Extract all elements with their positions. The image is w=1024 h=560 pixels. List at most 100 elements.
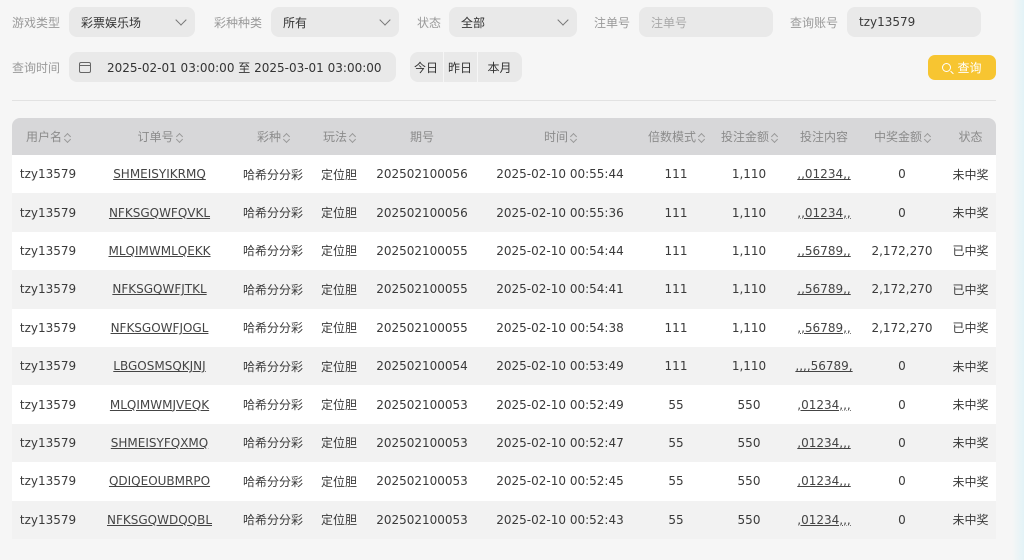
cell-issue: 202502100056 xyxy=(367,155,477,194)
order-input[interactable]: 注单号 xyxy=(639,7,773,37)
cell-username: tzy13579 xyxy=(12,308,84,347)
order-link[interactable]: SHMEISYFQXMQ xyxy=(111,436,208,450)
col-bet-amount[interactable]: 投注金额 xyxy=(709,118,789,155)
bet-content-link[interactable]: ,01234,,, xyxy=(797,398,850,412)
status-value: 全部 xyxy=(461,15,486,30)
order-link[interactable]: SHMEISYIKRMQ xyxy=(113,167,206,181)
col-lottery[interactable]: 彩种 xyxy=(235,118,311,155)
col-time[interactable]: 时间 xyxy=(477,118,643,155)
sort-icon[interactable] xyxy=(924,133,930,143)
cell-lottery: 哈希分分彩 xyxy=(235,500,311,539)
bet-content-link[interactable]: ,,,,56789, xyxy=(795,359,852,373)
bet-content-link[interactable]: ,,56789,, xyxy=(797,244,850,258)
cell-issue: 202502100053 xyxy=(367,462,477,501)
cell-username: tzy13579 xyxy=(12,462,84,501)
bet-content-link[interactable]: ,,01234,, xyxy=(797,206,850,220)
sort-icon[interactable] xyxy=(698,133,704,143)
cell-order-no[interactable]: MLQIMWMJVEQK xyxy=(84,385,235,424)
cell-bet-content[interactable]: ,,56789,, xyxy=(789,231,859,271)
col-win-amount[interactable]: 中奖金额 xyxy=(859,118,945,155)
status-select[interactable]: 全部 xyxy=(449,7,577,37)
cell-username: tzy13579 xyxy=(12,231,84,271)
cell-bet-content[interactable]: ,,56789,, xyxy=(789,308,859,347)
cell-bet-amount: 550 xyxy=(709,462,789,501)
lottery-type-label: 彩种种类 xyxy=(214,15,263,30)
game-type-select[interactable]: 彩票娱乐场 xyxy=(69,7,195,37)
bet-content-link[interactable]: ,01234,,, xyxy=(797,474,850,488)
sort-icon[interactable] xyxy=(349,133,355,143)
chevron-down-icon xyxy=(379,14,391,26)
bet-content-link[interactable]: ,,01234,, xyxy=(797,167,850,181)
col-play[interactable]: 玩法 xyxy=(311,118,367,155)
quick-range-group: 今日 昨日 本月 xyxy=(409,52,522,82)
sort-icon[interactable] xyxy=(771,133,777,143)
cell-bet-amount: 1,110 xyxy=(709,231,789,271)
cell-bet-content[interactable]: ,01234,,, xyxy=(789,500,859,539)
table-row: tzy13579 NFKSGQWFJTKL 哈希分分彩 定位胆 202502100055… xyxy=(12,270,996,309)
search-button[interactable]: 查询 xyxy=(928,55,996,80)
cell-order-no[interactable]: MLQIMWMLQEKK xyxy=(84,231,235,271)
cell-multiple: 111 xyxy=(643,308,709,347)
col-multiple[interactable]: 倍数模式 xyxy=(643,118,709,155)
cell-bet-content[interactable]: ,01234,,, xyxy=(789,385,859,424)
cell-issue: 202502100054 xyxy=(367,346,477,386)
col-username[interactable]: 用户名 xyxy=(12,118,84,155)
cell-play: 定位胆 xyxy=(311,346,367,386)
cell-issue: 202502100055 xyxy=(367,231,477,271)
cell-order-no[interactable]: SHMEISYFQXMQ xyxy=(84,423,235,463)
table-row: tzy13579 QDIQEOUBMRPO 哈希分分彩 定位胆 202502100053… xyxy=(12,462,996,501)
sort-icon[interactable] xyxy=(64,133,70,143)
order-link[interactable]: NFKSGOWFJOGL xyxy=(111,321,209,335)
sort-icon[interactable] xyxy=(283,133,289,143)
lottery-type-select[interactable]: 所有 xyxy=(271,7,399,37)
order-label: 注单号 xyxy=(594,15,631,30)
cell-time: 2025-02-10 00:52:43 xyxy=(477,500,643,539)
quick-yesterday-button[interactable]: 昨日 xyxy=(444,52,478,82)
cell-bet-content[interactable]: ,,56789,, xyxy=(789,270,859,309)
cell-play: 定位胆 xyxy=(311,308,367,347)
cell-bet-amount: 1,110 xyxy=(709,346,789,386)
bet-content-link[interactable]: ,01234,,, xyxy=(797,513,850,527)
cell-bet-amount: 1,110 xyxy=(709,193,789,232)
cell-order-no[interactable]: SHMEISYIKRMQ xyxy=(84,155,235,194)
order-link[interactable]: NFKSGQWFJTKL xyxy=(112,282,206,296)
sort-icon[interactable] xyxy=(570,133,576,143)
order-link[interactable]: NFKSGQWFQVKL xyxy=(109,206,210,220)
order-link[interactable]: MLQIMWMLQEKK xyxy=(108,244,210,258)
cell-order-no[interactable]: NFKSGOWFJOGL xyxy=(84,308,235,347)
cell-order-no[interactable]: NFKSGQWDQQBL xyxy=(84,500,235,539)
order-link[interactable]: NFKSGQWDQQBL xyxy=(107,513,212,527)
table-header-row: 用户名 订单号 彩种 玩法 期号 时间 倍数模式 投注金额 投注内容 中奖金额 … xyxy=(12,118,996,155)
cell-play: 定位胆 xyxy=(311,231,367,271)
search-button-label: 查询 xyxy=(957,61,982,75)
cell-order-no[interactable]: NFKSGQWFQVKL xyxy=(84,193,235,232)
cell-order-no[interactable]: LBGOSMSQKJNJ xyxy=(84,346,235,386)
chevron-down-icon xyxy=(557,14,569,26)
cell-win-amount: 2,172,270 xyxy=(859,308,945,347)
bet-content-link[interactable]: ,01234,,, xyxy=(797,436,850,450)
cell-bet-amount: 1,110 xyxy=(709,270,789,309)
order-link[interactable]: QDIQEOUBMRPO xyxy=(109,474,210,488)
date-range-picker[interactable]: 2025-02-01 03:00:00 至 2025-03-01 03:00:0… xyxy=(69,52,396,82)
cell-order-no[interactable]: QDIQEOUBMRPO xyxy=(84,462,235,501)
col-order-no[interactable]: 订单号 xyxy=(84,118,235,155)
cell-issue: 202502100055 xyxy=(367,270,477,309)
order-link[interactable]: LBGOSMSQKJNJ xyxy=(113,359,205,373)
cell-time: 2025-02-10 00:54:41 xyxy=(477,270,643,309)
quick-this-month-button[interactable]: 本月 xyxy=(478,52,522,82)
order-placeholder: 注单号 xyxy=(651,15,688,30)
status-label: 状态 xyxy=(417,15,442,30)
cell-bet-content[interactable]: ,,,,56789, xyxy=(789,346,859,386)
cell-bet-content[interactable]: ,,01234,, xyxy=(789,155,859,194)
sort-icon[interactable] xyxy=(176,133,182,143)
cell-bet-content[interactable]: ,,01234,, xyxy=(789,193,859,232)
quick-today-button[interactable]: 今日 xyxy=(410,52,444,82)
order-link[interactable]: MLQIMWMJVEQK xyxy=(110,398,209,412)
cell-bet-content[interactable]: ,01234,,, xyxy=(789,462,859,501)
cell-time: 2025-02-10 00:54:38 xyxy=(477,308,643,347)
account-input[interactable]: tzy13579 xyxy=(847,7,981,37)
bet-content-link[interactable]: ,,56789,, xyxy=(797,282,850,296)
cell-order-no[interactable]: NFKSGQWFJTKL xyxy=(84,270,235,309)
cell-bet-content[interactable]: ,01234,,, xyxy=(789,423,859,463)
bet-content-link[interactable]: ,,56789,, xyxy=(797,321,850,335)
